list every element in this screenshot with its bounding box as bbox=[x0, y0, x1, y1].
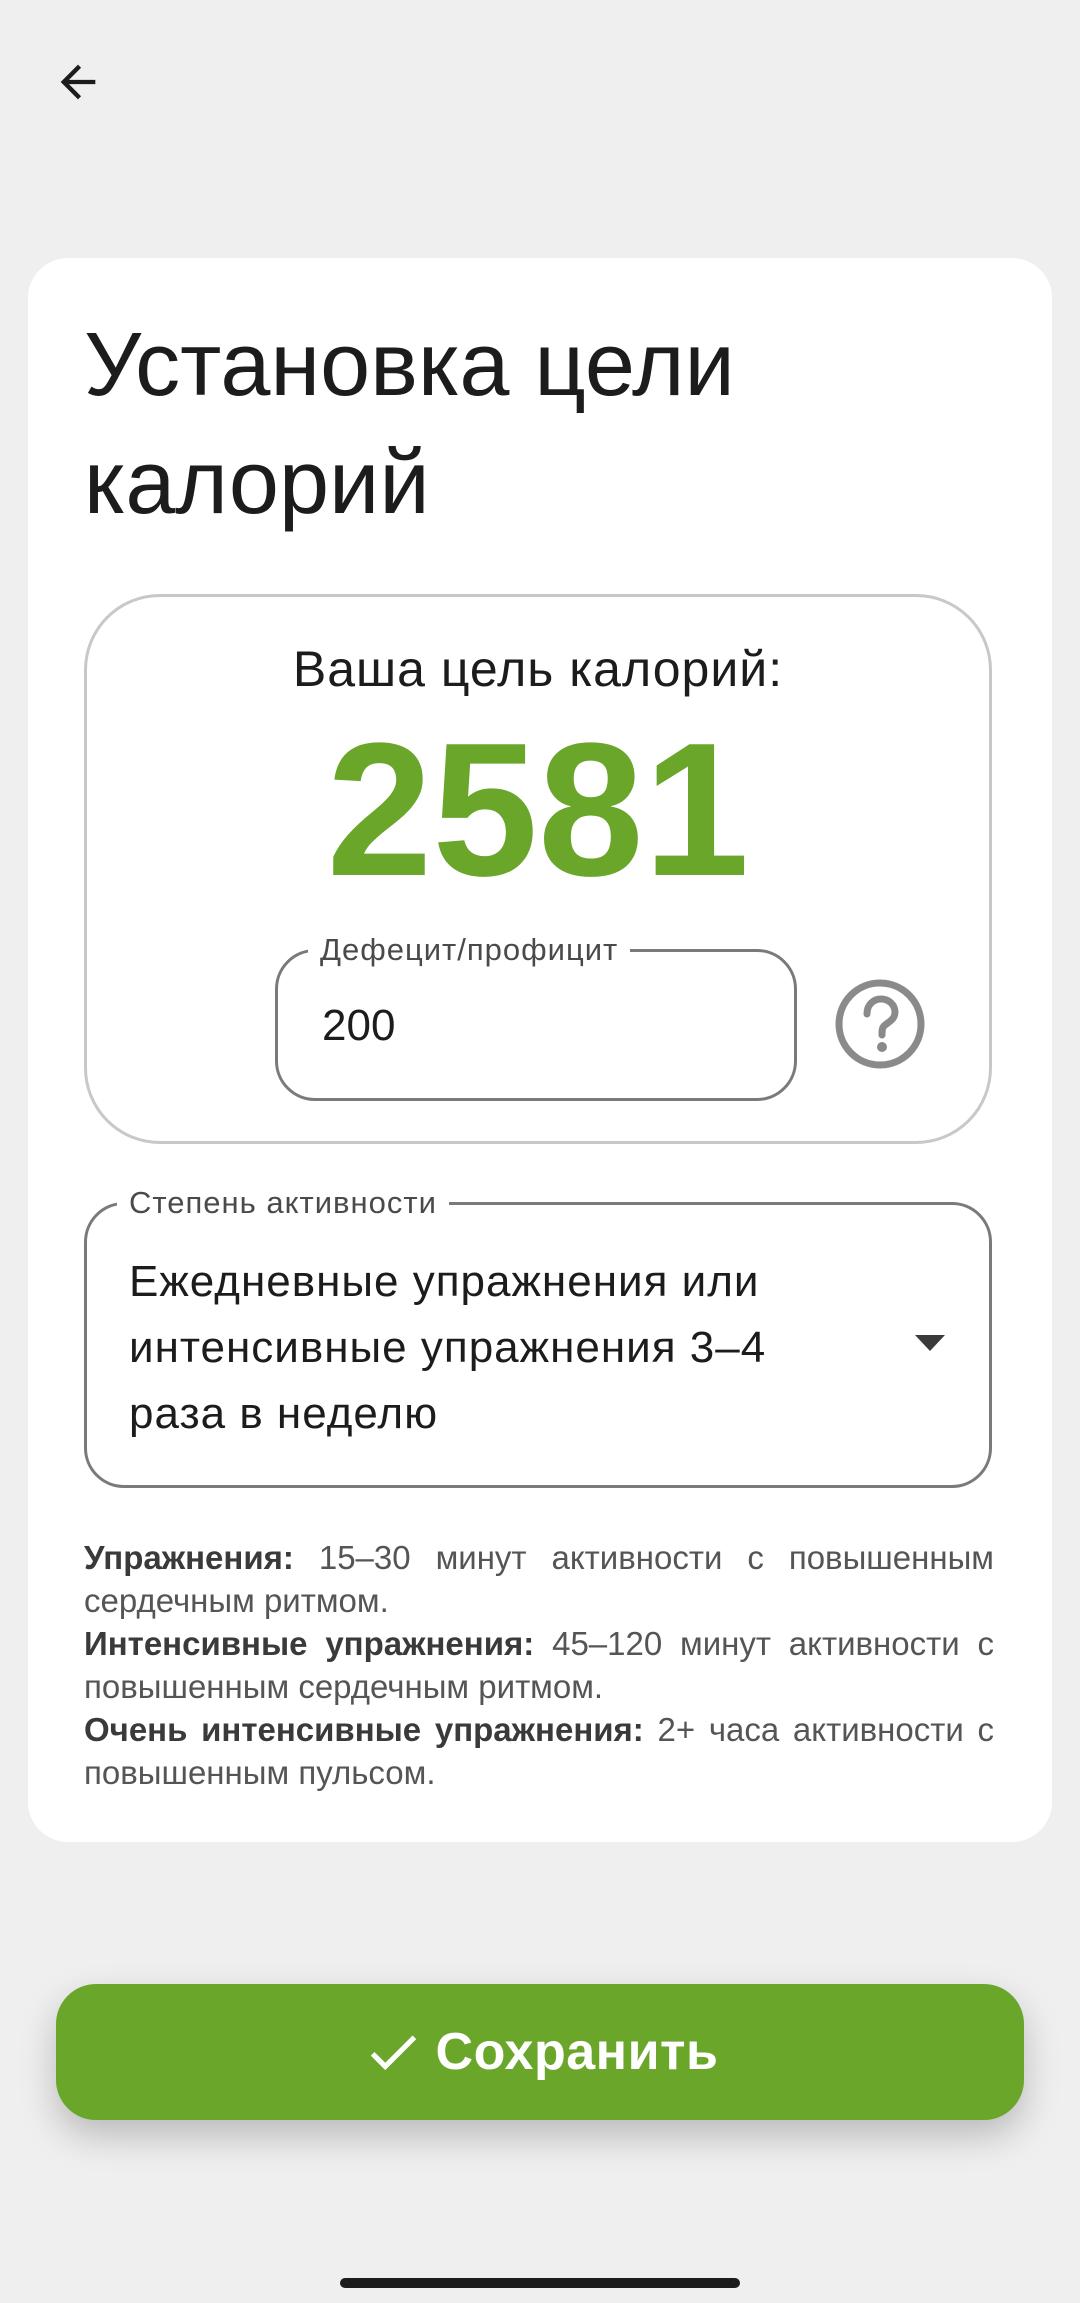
help-button[interactable] bbox=[831, 975, 929, 1073]
info-very-intense-exercise: Очень интенсивные упражнения: 2+ часа ак… bbox=[84, 1708, 994, 1794]
check-icon bbox=[362, 2021, 424, 2083]
calorie-goal-label: Ваша цель калорий: bbox=[292, 641, 784, 697]
page-title: Установка цели калорий bbox=[84, 315, 735, 533]
save-button-label: Сохранить bbox=[435, 2023, 719, 2081]
calorie-goal-value: 2581 bbox=[326, 704, 750, 916]
activity-level-label: Степень активности bbox=[117, 1185, 449, 1221]
save-button[interactable]: Сохранить bbox=[56, 1984, 1024, 2120]
question-circle-icon bbox=[832, 976, 928, 1072]
arrow-left-icon bbox=[52, 56, 104, 108]
activity-level-value: Ежедневные упражнения или интенсивные уп… bbox=[129, 1257, 767, 1438]
info-term: Интенсивные упражнения: bbox=[84, 1625, 535, 1662]
info-exercise: Упражнения: 15–30 минут активности с пов… bbox=[84, 1536, 994, 1622]
activity-level-select[interactable]: Степень активности Ежедневные упражнения… bbox=[84, 1185, 992, 1488]
deficit-surplus-field[interactable]: Дефецит/профицит 200 bbox=[275, 932, 797, 1101]
dropdown-arrow-icon bbox=[915, 1335, 945, 1351]
deficit-surplus-value[interactable]: 200 bbox=[322, 1000, 395, 1052]
info-intense-exercise: Интенсивные упражнения: 45–120 минут акт… bbox=[84, 1622, 994, 1708]
calorie-goal-box: Ваша цель калорий: 2581 Дефецит/профицит… bbox=[84, 594, 992, 1144]
back-button[interactable] bbox=[40, 44, 116, 120]
activity-info: Упражнения: 15–30 минут активности с пов… bbox=[84, 1536, 994, 1794]
info-term: Упражнения: bbox=[84, 1539, 294, 1576]
home-indicator[interactable] bbox=[340, 2278, 740, 2288]
deficit-surplus-label: Дефецит/профицит bbox=[308, 932, 631, 968]
info-term: Очень интенсивные упражнения: bbox=[84, 1711, 644, 1748]
calorie-goal-card: Установка цели калорий Ваша цель калорий… bbox=[28, 258, 1052, 1842]
